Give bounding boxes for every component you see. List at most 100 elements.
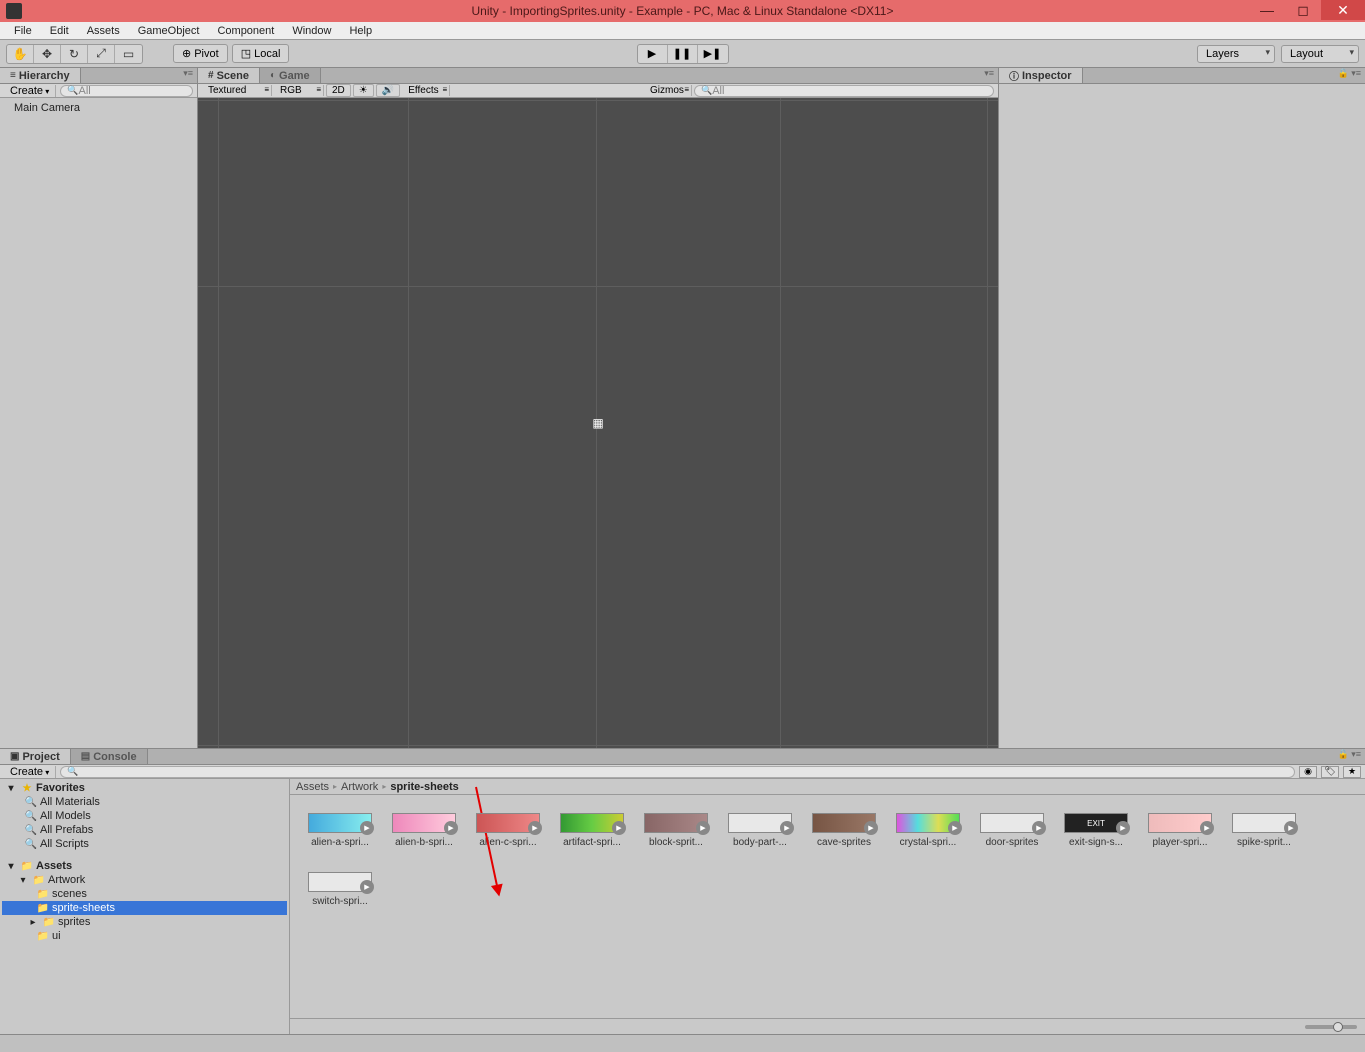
console-tab[interactable]: ▤Console — [71, 749, 148, 764]
favorite-all-materials[interactable]: 🔍All Materials — [2, 795, 287, 809]
asset-item[interactable]: ▶player-spri... — [1148, 813, 1212, 848]
hierarchy-tab[interactable]: ≡Hierarchy — [0, 68, 81, 83]
step-button[interactable]: ▶❚ — [698, 45, 728, 63]
effects-dropdown[interactable]: Effects — [402, 85, 450, 96]
pause-button[interactable]: ❚❚ — [668, 45, 698, 63]
asset-item[interactable]: ▶alien-a-spri... — [308, 813, 372, 848]
scene-view[interactable]: ▦ — [198, 98, 998, 748]
menubar: File Edit Assets GameObject Component Wi… — [0, 22, 1365, 40]
favorites-header[interactable]: ▾★Favorites — [2, 781, 287, 795]
project-tabs: ▣Project ▤Console 🔒 ▾≡ — [0, 749, 1365, 765]
play-icon: ▶ — [948, 821, 962, 835]
folder-icon: 📁 — [32, 875, 46, 886]
gizmos-dropdown[interactable]: Gizmos — [644, 85, 692, 96]
project-area: ▣Project ▤Console 🔒 ▾≡ Create 🔍 ◉ 🏷 ★ ▾★… — [0, 748, 1365, 1034]
asset-item[interactable]: ▶spike-sprit... — [1232, 813, 1296, 848]
slider-thumb[interactable] — [1333, 1022, 1343, 1032]
panel-options-icon[interactable]: ▾≡ — [984, 68, 994, 79]
thumbnail-size-slider[interactable] — [1305, 1025, 1357, 1029]
mode-2d-toggle[interactable]: 2D — [326, 84, 351, 97]
folder-icon: 📁 — [36, 889, 50, 900]
maximize-button[interactable]: ◻ — [1285, 0, 1321, 20]
tree-folder-artwork[interactable]: ▾📁Artwork — [2, 873, 287, 887]
menu-gameobject[interactable]: GameObject — [130, 23, 208, 39]
project-tree[interactable]: ▾★Favorites 🔍All Materials 🔍All Models 🔍… — [0, 779, 290, 1034]
hierarchy-body[interactable]: Main Camera — [0, 98, 197, 748]
hierarchy-search[interactable]: 🔍All — [60, 85, 193, 97]
window-controls: — ◻ ✕ — [1249, 0, 1365, 20]
camera-gizmo-icon[interactable]: ▦ — [592, 416, 603, 430]
scale-tool[interactable]: ⤢ — [88, 45, 115, 63]
play-icon: ▶ — [696, 821, 710, 835]
lighting-toggle[interactable]: ☀ — [353, 84, 374, 97]
menu-window[interactable]: Window — [284, 23, 339, 39]
folder-icon: 📁 — [36, 931, 50, 942]
tree-folder-sprites[interactable]: ▸📁sprites — [2, 915, 287, 929]
pivot-group: ⊕ Pivot ◳ Local — [173, 44, 289, 63]
favorite-all-models[interactable]: 🔍All Models — [2, 809, 287, 823]
panel-lock-icon[interactable]: 🔒 ▾≡ — [1338, 68, 1361, 79]
asset-item[interactable]: EXIT▶exit-sign-s... — [1064, 813, 1128, 848]
asset-grid[interactable]: ▶alien-a-spri... ▶alien-b-spri... ▶alien… — [290, 795, 1365, 1018]
breadcrumb-current[interactable]: sprite-sheets — [390, 781, 458, 793]
hierarchy-panel: ≡Hierarchy ▾≡ Create 🔍All Main Camera — [0, 68, 198, 748]
asset-item[interactable]: ▶artifact-spri... — [560, 813, 624, 848]
inspector-tab[interactable]: ⓘInspector — [999, 68, 1083, 83]
menu-assets[interactable]: Assets — [79, 23, 128, 39]
asset-item[interactable]: ▶block-sprit... — [644, 813, 708, 848]
hierarchy-item-main-camera[interactable]: Main Camera — [2, 100, 195, 116]
favorite-all-scripts[interactable]: 🔍All Scripts — [2, 837, 287, 851]
project-create-dropdown[interactable]: Create — [4, 766, 56, 778]
project-tab[interactable]: ▣Project — [0, 749, 71, 764]
save-search-button[interactable]: ★ — [1343, 766, 1361, 778]
play-button[interactable]: ▶ — [638, 45, 668, 63]
move-tool[interactable]: ✥ — [34, 45, 61, 63]
asset-item[interactable]: ▶alien-c-spri... — [476, 813, 540, 848]
audio-toggle[interactable]: 🔊 — [376, 84, 400, 97]
close-button[interactable]: ✕ — [1321, 0, 1365, 20]
hierarchy-toolbar: Create 🔍All — [0, 84, 197, 98]
menu-file[interactable]: File — [6, 23, 40, 39]
search-by-type-button[interactable]: ◉ — [1299, 766, 1317, 778]
rect-tool[interactable]: ▭ — [115, 45, 142, 63]
asset-item[interactable]: ▶alien-b-spri... — [392, 813, 456, 848]
search-icon: 🔍 — [24, 811, 38, 822]
breadcrumb-root[interactable]: Assets — [296, 781, 329, 793]
tree-folder-scenes[interactable]: 📁scenes — [2, 887, 287, 901]
menu-help[interactable]: Help — [341, 23, 380, 39]
favorite-all-prefabs[interactable]: 🔍All Prefabs — [2, 823, 287, 837]
minimize-button[interactable]: — — [1249, 0, 1285, 20]
rotate-tool[interactable]: ↻ — [61, 45, 88, 63]
local-toggle[interactable]: ◳ Local — [232, 44, 290, 63]
menu-edit[interactable]: Edit — [42, 23, 77, 39]
pivot-toggle[interactable]: ⊕ Pivot — [173, 44, 228, 63]
hierarchy-create-dropdown[interactable]: Create — [4, 85, 56, 97]
asset-item[interactable]: ▶cave-sprites — [812, 813, 876, 848]
hierarchy-tabs: ≡Hierarchy ▾≡ — [0, 68, 197, 84]
breadcrumb-artwork[interactable]: Artwork — [341, 781, 378, 793]
scene-search[interactable]: 🔍All — [694, 85, 994, 97]
tree-folder-sprite-sheets[interactable]: 📁sprite-sheets — [2, 901, 287, 915]
scene-tab[interactable]: #Scene — [198, 68, 260, 83]
asset-item[interactable]: ▶switch-spri... — [308, 872, 372, 907]
inspector-icon: ⓘ — [1009, 68, 1019, 83]
layers-dropdown[interactable]: Layers — [1197, 45, 1275, 63]
asset-item[interactable]: ▶crystal-spri... — [896, 813, 960, 848]
menu-component[interactable]: Component — [209, 23, 282, 39]
play-icon: ▶ — [528, 821, 542, 835]
project-search[interactable]: 🔍 — [60, 766, 1295, 778]
panel-options-icon[interactable]: ▾≡ — [183, 68, 193, 79]
shading-mode-dropdown[interactable]: Textured — [202, 85, 272, 96]
hand-tool[interactable]: ✋ — [7, 45, 34, 63]
search-by-label-button[interactable]: 🏷 — [1321, 766, 1339, 778]
project-header: ▣Project ▤Console 🔒 ▾≡ Create 🔍 ◉ 🏷 ★ — [0, 749, 1365, 779]
scene-panel: #Scene ◐Game ▾≡ Textured RGB 2D ☀ 🔊 Effe… — [198, 68, 999, 748]
layout-dropdown[interactable]: Layout — [1281, 45, 1359, 63]
game-tab[interactable]: ◐Game — [260, 68, 321, 83]
rgb-dropdown[interactable]: RGB — [274, 85, 324, 96]
asset-item[interactable]: ▶door-sprites — [980, 813, 1044, 848]
asset-item[interactable]: ▶body-part-... — [728, 813, 792, 848]
tree-folder-ui[interactable]: 📁ui — [2, 929, 287, 943]
assets-header[interactable]: ▾📁Assets — [2, 859, 287, 873]
panel-lock-icon[interactable]: 🔒 ▾≡ — [1338, 749, 1361, 760]
